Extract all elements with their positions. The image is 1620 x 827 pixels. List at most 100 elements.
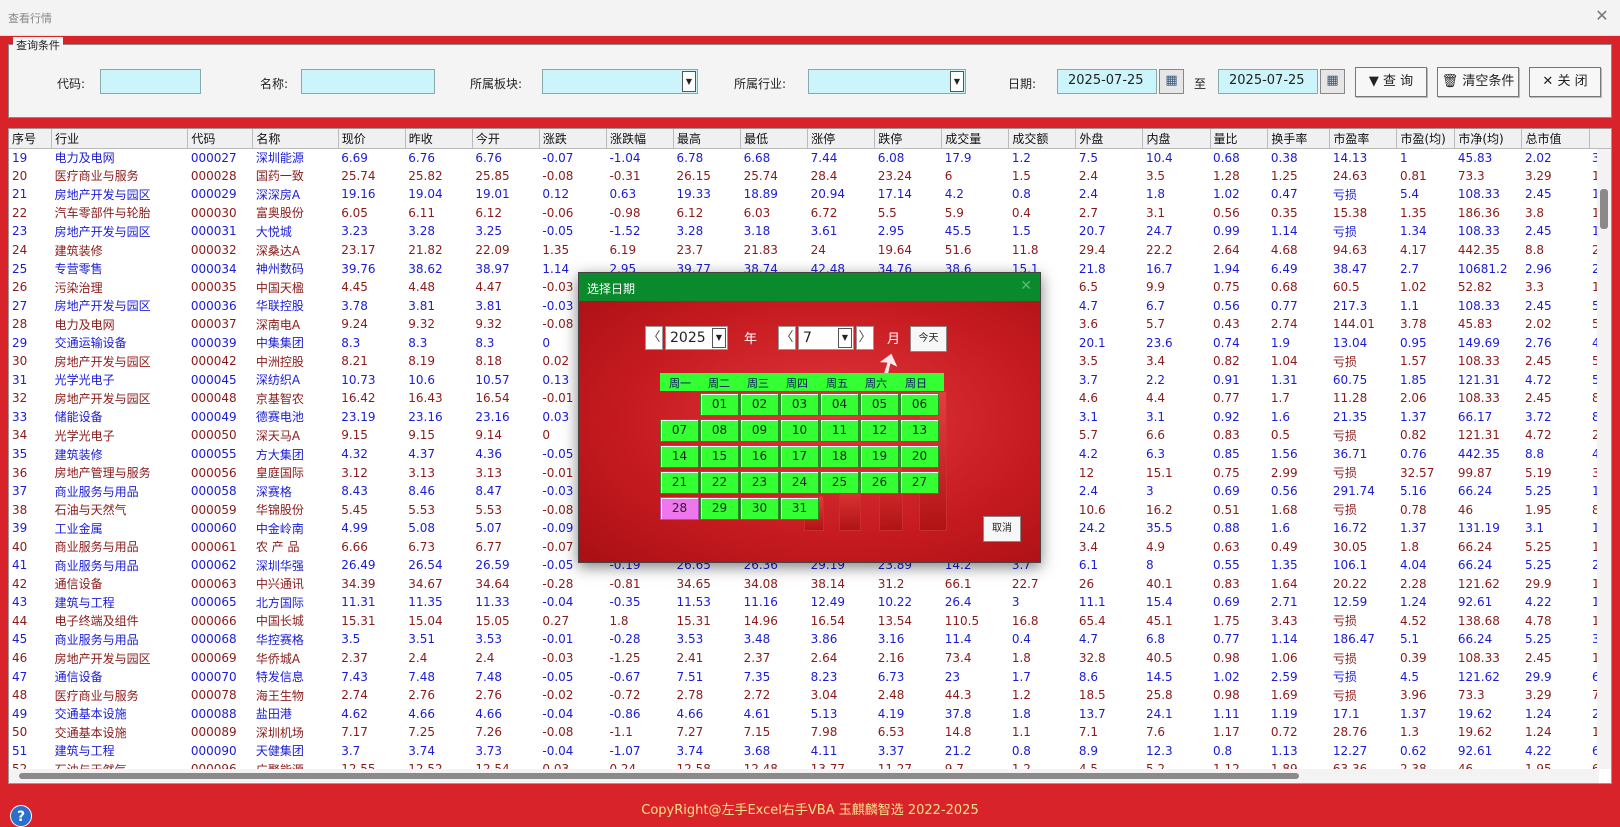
name-input[interactable] [301, 69, 435, 94]
column-header[interactable]: 内盘 [1142, 129, 1211, 149]
calendar-day[interactable]: 31 [780, 497, 819, 520]
calendar-icon[interactable]: ▦ [1320, 69, 1345, 94]
scroll-thumb[interactable] [1600, 189, 1608, 229]
table-row[interactable]: 20 医疗商业与服务 000028 国药一致 25.74 25.82 25.85 -0.08 -… [9, 167, 1611, 186]
code-input[interactable] [100, 69, 201, 94]
calendar-day[interactable]: 08 [700, 419, 739, 442]
vertical-scrollbar[interactable] [1597, 149, 1611, 769]
table-row[interactable]: 43 建筑与工程 000065 北方国际 11.31 11.35 11.33 -0.04 -0.… [9, 593, 1611, 612]
calendar-day[interactable]: 12 [860, 419, 899, 442]
column-header[interactable]: 最低 [740, 129, 809, 149]
calendar-day[interactable]: 29 [700, 497, 739, 520]
calendar-day[interactable]: 03 [780, 393, 819, 416]
table-row[interactable]: 50 交通基本设施 000089 深圳机场 7.17 7.25 7.26 -0.08 -1.1 7… [9, 723, 1611, 742]
today-button[interactable]: 今天 [910, 326, 947, 352]
chevron-down-icon[interactable]: ▼ [712, 328, 726, 348]
column-header[interactable]: 市盈(均) [1396, 129, 1456, 149]
column-header[interactable]: 市盈率 [1329, 129, 1398, 149]
column-header[interactable]: 量比 [1210, 129, 1269, 149]
table-row[interactable]: 24 建筑装修 000032 深桑达A 23.17 21.82 22.09 1.35 6.19 2… [9, 241, 1611, 260]
table-row[interactable]: 49 交通基本设施 000088 盐田港 4.62 4.66 4.66 -0.04 -0.86 4… [9, 704, 1611, 723]
column-header[interactable]: 最高 [673, 129, 742, 149]
calendar-day[interactable]: 23 [740, 471, 779, 494]
column-header[interactable]: 总市值 [1521, 129, 1590, 149]
close-button[interactable]: ✕ 关 闭 [1529, 67, 1601, 97]
calendar-day[interactable]: 06 [900, 393, 939, 416]
calendar-day[interactable]: 26 [860, 471, 899, 494]
calendar-day[interactable]: 18 [820, 445, 859, 468]
cancel-button[interactable]: 取消 [983, 516, 1021, 542]
month-select[interactable]: 7 ▼ [798, 326, 854, 350]
calendar-day[interactable]: 19 [860, 445, 899, 468]
calendar-day[interactable]: 30 [740, 497, 779, 520]
date-to-input[interactable]: 2025-07-25 [1218, 69, 1318, 94]
scroll-thumb[interactable] [19, 773, 1299, 779]
calendar-day[interactable]: 13 [900, 419, 939, 442]
calendar-day[interactable]: 27 [900, 471, 939, 494]
date-from-input[interactable]: 2025-07-25 [1057, 69, 1157, 94]
column-header[interactable]: 今开 [472, 129, 540, 149]
calendar-day[interactable]: 05 [860, 393, 899, 416]
column-header[interactable]: 市净(均) [1454, 129, 1523, 149]
column-header[interactable]: 跌停 [874, 129, 943, 149]
column-header[interactable]: 涨停 [807, 129, 876, 149]
calendar-day[interactable]: 02 [740, 393, 779, 416]
calendar-day[interactable]: 17 [780, 445, 819, 468]
table-cell: 52.82 [1457, 280, 1493, 295]
chevron-down-icon[interactable]: ▼ [950, 71, 964, 92]
table-row[interactable]: 48 医疗商业与服务 000078 海王生物 2.74 2.76 2.76 -0.02 -0.7… [9, 686, 1611, 705]
prev-month-button[interactable]: 〈 [778, 326, 796, 350]
chevron-down-icon[interactable]: ▼ [682, 71, 696, 92]
calendar-day[interactable]: 22 [700, 471, 739, 494]
query-button[interactable]: ▼ 查 询 [1355, 67, 1427, 97]
calendar-day[interactable]: 25 [820, 471, 859, 494]
column-header[interactable]: 序号 [9, 129, 53, 149]
table-row[interactable]: 19 电力及电网 000027 深圳能源 6.69 6.76 6.76 -0.07 -1.04 6… [9, 148, 1611, 167]
horizontal-scrollbar[interactable] [9, 769, 1599, 783]
calendar-day[interactable]: 21 [660, 471, 699, 494]
clear-button[interactable]: 🗑 清空条件 [1437, 67, 1519, 97]
close-icon[interactable]: ✕ [1592, 6, 1612, 26]
prev-year-button[interactable]: 〈 [645, 326, 663, 350]
calendar-day[interactable]: 11 [820, 419, 859, 442]
column-header[interactable]: 外盘 [1075, 129, 1144, 149]
calendar-icon[interactable]: ▦ [1159, 69, 1184, 94]
table-row[interactable]: 21 房地产开发与园区 000029 深深房A 19.16 19.04 19.01 0.12 0… [9, 185, 1611, 204]
calendar-day[interactable]: 20 [900, 445, 939, 468]
column-header[interactable]: 成交额 [1008, 129, 1077, 149]
table-row[interactable]: 44 电子终端及组件 000066 中国长城 15.31 15.04 15.05 0.27 1.… [9, 612, 1611, 631]
calendar-day[interactable]: 16 [740, 445, 779, 468]
column-header[interactable]: 成交量 [941, 129, 1010, 149]
industry-select[interactable]: ▼ [808, 69, 966, 94]
next-month-button[interactable]: 〉 [856, 326, 874, 350]
column-header[interactable]: 昨收 [405, 129, 473, 149]
calendar-day[interactable]: 09 [740, 419, 779, 442]
year-select[interactable]: 2025 ▼ [665, 326, 728, 350]
calendar-day[interactable]: 15 [700, 445, 739, 468]
table-row[interactable]: 51 建筑与工程 000090 天健集团 3.7 3.74 3.73 -0.04 -1.07 3.… [9, 742, 1611, 761]
column-header[interactable]: 行业 [51, 129, 189, 149]
column-header[interactable]: 现价 [338, 129, 406, 149]
table-row[interactable]: 42 通信设备 000063 中兴通讯 34.39 34.67 34.64 -0.28 -0.8… [9, 575, 1611, 594]
table-row[interactable]: 23 房地产开发与园区 000031 大悦城 3.23 3.28 3.25 -0.05 -1.5… [9, 222, 1611, 241]
sector-select[interactable]: ▼ [542, 69, 698, 94]
calendar-day[interactable]: 28 [660, 497, 699, 520]
calendar-day[interactable]: 07 [660, 419, 699, 442]
column-header[interactable] [1589, 129, 1611, 149]
calendar-day[interactable]: 14 [660, 445, 699, 468]
column-header[interactable]: 名称 [252, 129, 339, 149]
close-icon[interactable]: ✕ [1020, 278, 1032, 294]
calendar-day[interactable]: 04 [820, 393, 859, 416]
calendar-day[interactable]: 24 [780, 471, 819, 494]
column-header[interactable]: 换手率 [1267, 129, 1331, 149]
table-row[interactable]: 45 商业服务与用品 000068 华控赛格 3.5 3.51 3.53 -0.01 -0.28… [9, 630, 1611, 649]
column-header[interactable]: 涨跌 [539, 129, 607, 149]
column-header[interactable]: 代码 [187, 129, 254, 149]
chevron-down-icon[interactable]: ▼ [838, 328, 852, 348]
table-row[interactable]: 46 房地产开发与园区 000069 华侨城A 2.37 2.4 2.4 -0.03 -1.25… [9, 649, 1611, 668]
calendar-day[interactable]: 10 [780, 419, 819, 442]
column-header[interactable]: 涨跌幅 [606, 129, 675, 149]
table-row[interactable]: 22 汽车零部件与轮胎 000030 富奥股份 6.05 6.11 6.12 -0.06 -0.… [9, 204, 1611, 223]
calendar-day[interactable]: 01 [700, 393, 739, 416]
table-row[interactable]: 47 通信设备 000070 特发信息 7.43 7.48 7.48 -0.05 -0.67 7.… [9, 667, 1611, 686]
